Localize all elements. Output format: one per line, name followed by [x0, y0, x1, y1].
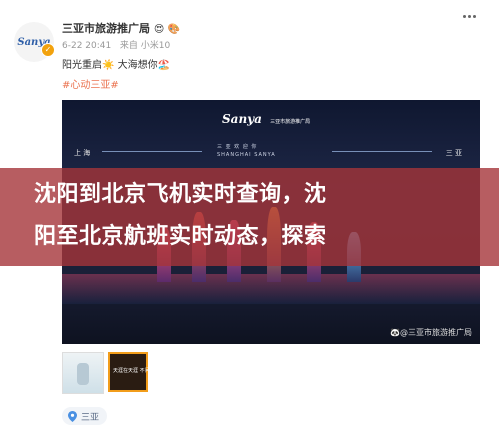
post-meta: 6-22 20:41 来自 小米10 [62, 38, 170, 51]
post-timestamp: 6-22 20:41 [62, 41, 112, 51]
location-pin-icon [68, 410, 77, 422]
headline-line-1: 沈阳到北京飞机实时查询，沈 [34, 182, 327, 207]
hashtag-link[interactable]: #心动三亚# [62, 76, 119, 91]
video-title-cn: 三 亚 欢 迎 你 [217, 144, 258, 150]
weibo-post: Sanya ✓ 三亚市旅游推广局 😍 🎨 6-22 20:41 来自 小米10 … [0, 0, 499, 428]
headline-line-2: 阳至北京航班实时动态，探索 [34, 224, 327, 249]
account-name[interactable]: 三亚市旅游推广局 😍 🎨 [62, 20, 180, 36]
post-text: 阳光重启☀️ 大海想你🏖️ [62, 60, 171, 71]
post-source: 来自 小米10 [119, 41, 171, 51]
account-name-text[interactable]: 三亚市旅游推广局 [62, 22, 150, 35]
thumbnail-2[interactable]: 天涯在天涯 不问 [108, 352, 150, 392]
thumbnail-1[interactable] [62, 352, 104, 394]
headline-text: 沈阳到北京飞机实时查询，沈 阳至北京航班实时动态，探索 [34, 174, 474, 258]
location-label: 三亚 [81, 412, 100, 423]
more-options-icon[interactable] [463, 12, 477, 22]
video-title-en: SHANGHAI SANYA [217, 152, 276, 158]
route-line [332, 151, 432, 152]
account-name-emoji: 😍 🎨 [153, 24, 180, 35]
video-title-panel [62, 100, 480, 170]
video-brand: Sanya 三亚市旅游推广局 [222, 112, 311, 126]
video-right-city: 三 亚 [445, 149, 462, 157]
verified-badge-icon: ✓ [41, 43, 55, 57]
thumbnail-2-label: 天涯在天涯 不问 [113, 368, 150, 374]
video-watermark: 🐼@三亚市旅游推广局 [390, 328, 472, 337]
video-left-city: 上 海 [74, 149, 91, 157]
route-line [102, 151, 202, 152]
location-tag[interactable]: 三亚 [62, 407, 108, 425]
headline-overlay: 沈阳到北京飞机实时查询，沈 阳至北京航班实时动态，探索 [0, 168, 499, 266]
